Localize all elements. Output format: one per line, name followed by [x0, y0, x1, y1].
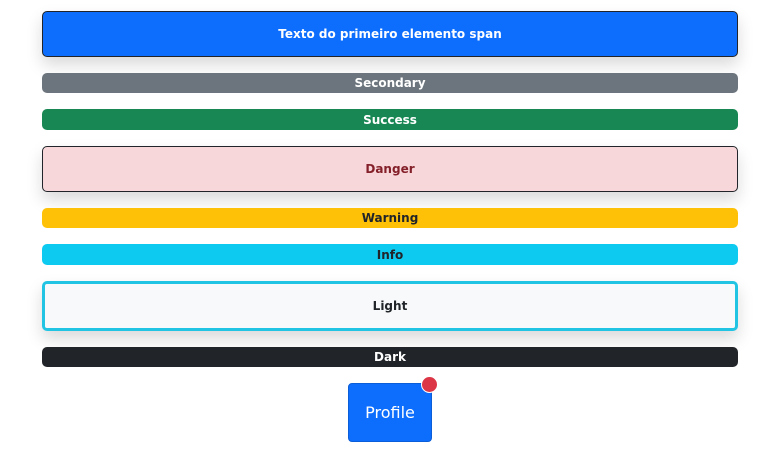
badge-dark: Dark [42, 347, 738, 367]
profile-button[interactable]: Profile [348, 383, 432, 442]
badge-warning: Warning [42, 208, 738, 228]
notification-dot [421, 376, 438, 393]
badge-info: Info [42, 244, 738, 265]
badge-secondary: Secondary [42, 73, 738, 93]
badge-light: Light [42, 281, 738, 331]
badge-primary: Texto do primeiro elemento span [42, 11, 738, 57]
badge-success: Success [42, 109, 738, 130]
badge-danger: Danger [42, 146, 738, 192]
